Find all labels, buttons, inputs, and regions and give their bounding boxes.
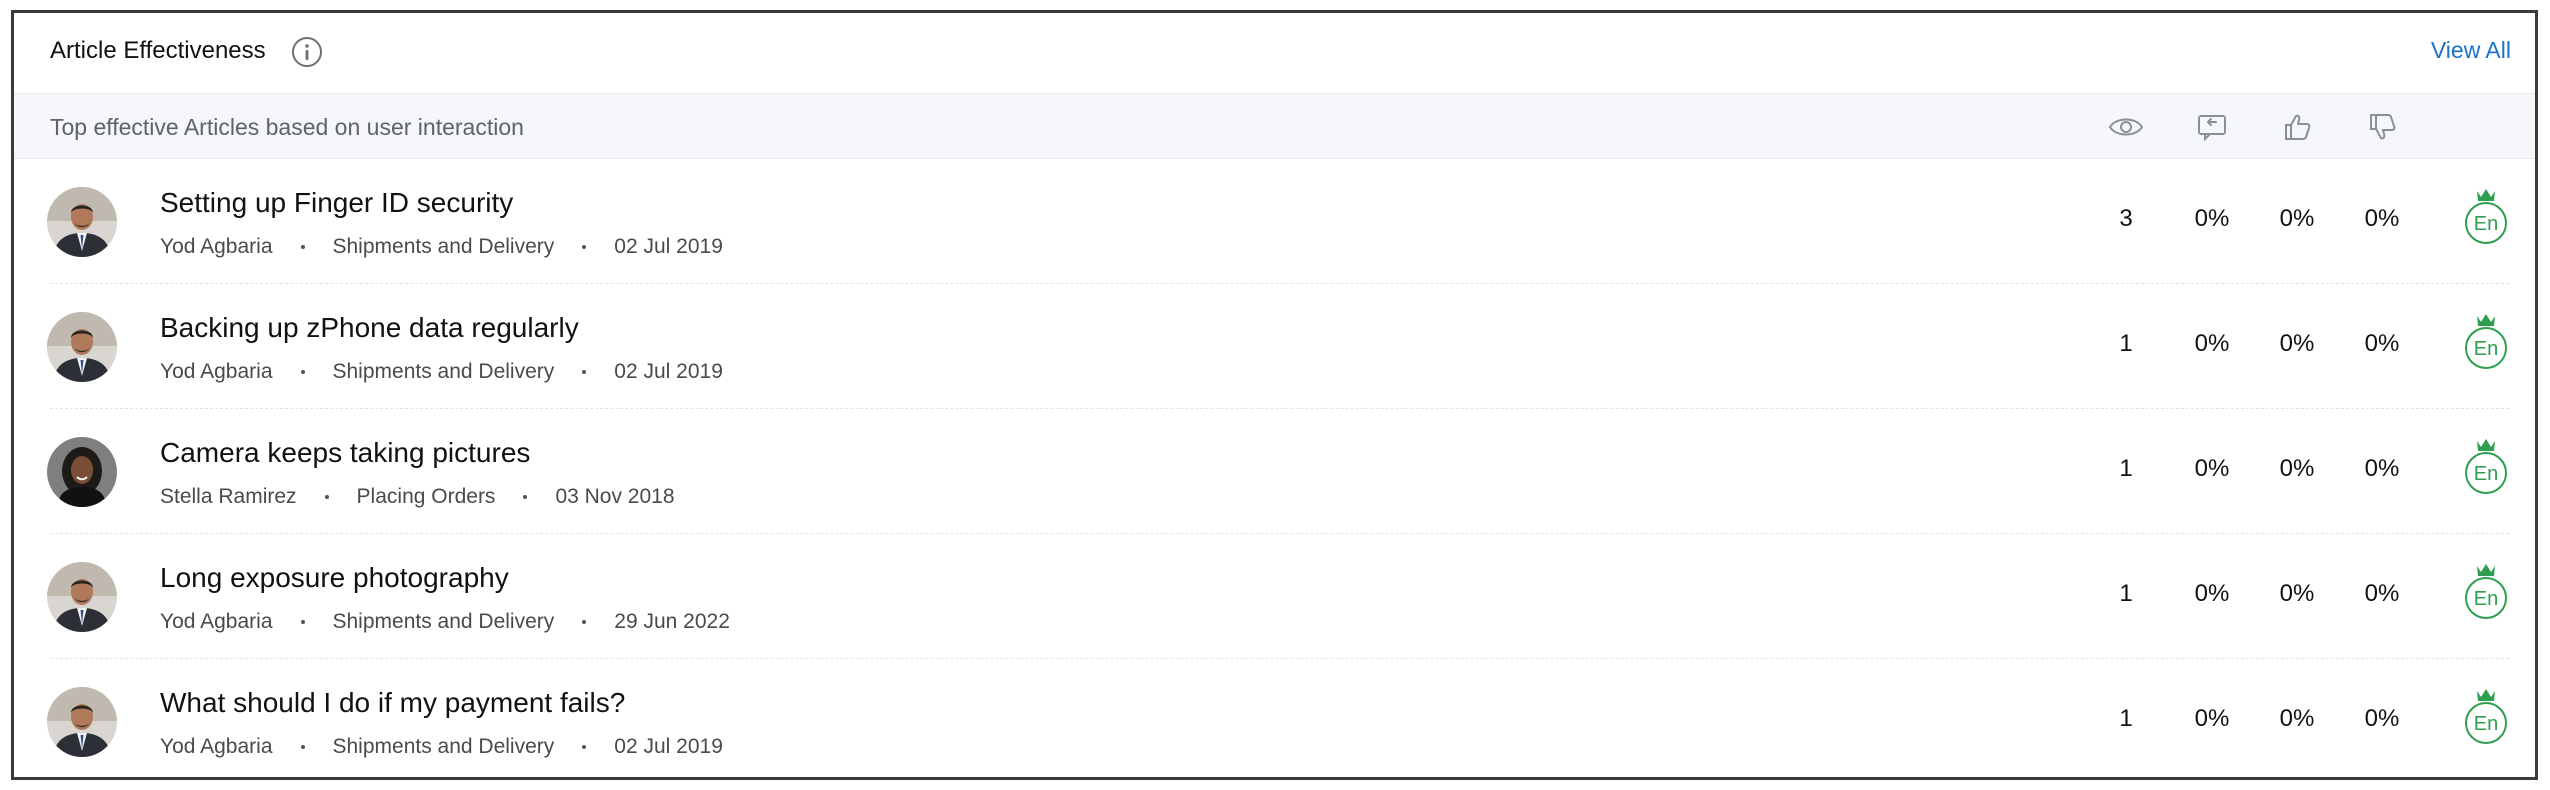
article-effectiveness-widget: Article Effectiveness View All Top effec… <box>11 10 2538 780</box>
separator-dot <box>582 745 587 749</box>
separator-dot <box>300 745 305 749</box>
separator-dot <box>582 370 587 374</box>
language-badge[interactable]: En <box>2463 685 2509 747</box>
dislikes-percent: 0% <box>2364 205 2400 232</box>
views-count: 1 <box>2119 455 2133 482</box>
likes-percent: 0% <box>2279 330 2315 357</box>
avatar <box>47 312 117 382</box>
separator-dot <box>523 495 528 499</box>
views-count: 1 <box>2119 580 2133 607</box>
separator-dot <box>324 495 329 499</box>
article-title[interactable]: What should I do if my payment fails? <box>160 687 625 719</box>
article-date: 02 Jul 2019 <box>614 735 723 758</box>
separator-dot <box>582 245 587 249</box>
view-all-link[interactable]: View All <box>2431 37 2511 64</box>
crown-icon: En <box>2465 189 2507 244</box>
dislikes-percent: 0% <box>2364 705 2400 732</box>
article-meta: Yod Agbaria Shipments and Delivery 29 Ju… <box>160 610 730 634</box>
svg-text:En: En <box>2474 713 2498 735</box>
svg-text:En: En <box>2474 463 2498 485</box>
separator-dot <box>300 245 305 249</box>
language-badge[interactable]: En <box>2463 310 2509 372</box>
responses-percent: 0% <box>2194 330 2230 357</box>
article-title[interactable]: Setting up Finger ID security <box>160 187 513 219</box>
thumbs-down-icon <box>2364 110 2400 144</box>
article-author: Yod Agbaria <box>160 360 273 383</box>
separator-dot <box>300 370 305 374</box>
responses-percent: 0% <box>2194 580 2230 607</box>
widget-subtitle: Top effective Articles based on user int… <box>50 114 524 140</box>
separator-dot <box>300 620 305 624</box>
table-header: Top effective Articles based on user int… <box>14 93 2535 159</box>
separator-dot <box>582 620 587 624</box>
responses-percent: 0% <box>2194 455 2230 482</box>
article-row[interactable]: What should I do if my payment fails? Yo… <box>14 659 2535 777</box>
avatar <box>47 187 117 257</box>
article-title[interactable]: Long exposure photography <box>160 562 509 594</box>
language-badge[interactable]: En <box>2463 435 2509 497</box>
article-meta: Yod Agbaria Shipments and Delivery 02 Ju… <box>160 735 723 759</box>
article-category: Shipments and Delivery <box>332 610 555 633</box>
article-author: Yod Agbaria <box>160 235 273 258</box>
article-date: 02 Jul 2019 <box>614 235 723 258</box>
likes-percent: 0% <box>2279 705 2315 732</box>
svg-text:En: En <box>2474 338 2498 360</box>
language-badge[interactable]: En <box>2463 560 2509 622</box>
article-date: 02 Jul 2019 <box>614 360 723 383</box>
widget-title: Article Effectiveness <box>50 37 266 64</box>
article-row[interactable]: Camera keeps taking pictures Stella Rami… <box>14 409 2535 534</box>
avatar <box>47 687 117 757</box>
article-category: Shipments and Delivery <box>332 235 555 258</box>
svg-text:En: En <box>2474 588 2498 610</box>
crown-icon: En <box>2465 689 2507 744</box>
language-badge[interactable]: En <box>2463 185 2509 247</box>
article-list: Setting up Finger ID security Yod Agbari… <box>14 159 2535 777</box>
likes-percent: 0% <box>2279 455 2315 482</box>
likes-percent: 0% <box>2279 580 2315 607</box>
article-date: 03 Nov 2018 <box>555 485 675 508</box>
dislikes-percent: 0% <box>2364 455 2400 482</box>
likes-percent: 0% <box>2279 205 2315 232</box>
info-icon[interactable] <box>290 35 324 69</box>
article-meta: Yod Agbaria Shipments and Delivery 02 Ju… <box>160 360 723 384</box>
reply-icon <box>2194 110 2230 144</box>
article-date: 29 Jun 2022 <box>614 610 730 633</box>
crown-icon: En <box>2465 439 2507 494</box>
views-count: 1 <box>2119 705 2133 732</box>
responses-percent: 0% <box>2194 205 2230 232</box>
article-category: Shipments and Delivery <box>332 735 555 758</box>
article-title[interactable]: Camera keeps taking pictures <box>160 437 530 469</box>
article-author: Yod Agbaria <box>160 735 273 758</box>
article-title[interactable]: Backing up zPhone data regularly <box>160 312 579 344</box>
article-row[interactable]: Setting up Finger ID security Yod Agbari… <box>14 159 2535 284</box>
article-row[interactable]: Long exposure photography Yod Agbaria Sh… <box>14 534 2535 659</box>
views-count: 1 <box>2119 330 2133 357</box>
svg-text:En: En <box>2474 213 2498 235</box>
crown-icon: En <box>2465 564 2507 619</box>
article-row[interactable]: Backing up zPhone data regularly Yod Agb… <box>14 284 2535 409</box>
responses-percent: 0% <box>2194 705 2230 732</box>
avatar <box>47 437 117 507</box>
article-meta: Yod Agbaria Shipments and Delivery 02 Ju… <box>160 235 723 259</box>
views-count: 3 <box>2119 205 2133 232</box>
avatar <box>47 562 117 632</box>
article-author: Stella Ramirez <box>160 485 297 508</box>
dislikes-percent: 0% <box>2364 330 2400 357</box>
widget-header: Article Effectiveness View All <box>14 13 2535 93</box>
article-meta: Stella Ramirez Placing Orders 03 Nov 201… <box>160 485 675 509</box>
article-author: Yod Agbaria <box>160 610 273 633</box>
eye-icon <box>2108 110 2144 144</box>
dislikes-percent: 0% <box>2364 580 2400 607</box>
crown-icon: En <box>2465 314 2507 369</box>
article-category: Shipments and Delivery <box>332 360 555 383</box>
thumbs-up-icon <box>2279 110 2315 144</box>
article-category: Placing Orders <box>356 485 496 508</box>
